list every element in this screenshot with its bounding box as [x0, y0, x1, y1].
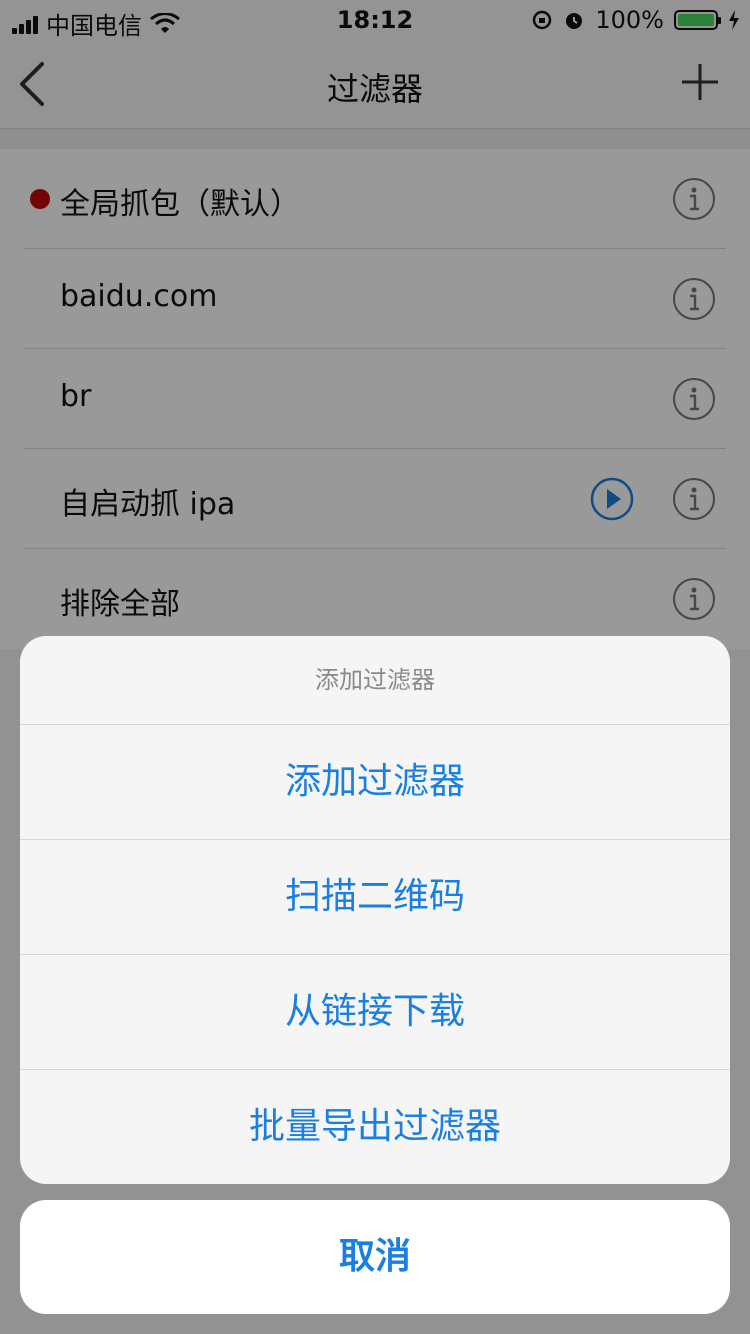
cancel-button[interactable]: 取消 — [20, 1200, 730, 1314]
download-from-link-button[interactable]: 从链接下载 — [20, 955, 730, 1070]
add-filter-button[interactable]: 添加过滤器 — [20, 725, 730, 840]
scan-qr-button[interactable]: 扫描二维码 — [20, 840, 730, 955]
action-sheet-title: 添加过滤器 — [20, 636, 730, 725]
action-sheet: 添加过滤器 添加过滤器 扫描二维码 从链接下载 批量导出过滤器 — [20, 636, 730, 1184]
batch-export-button[interactable]: 批量导出过滤器 — [20, 1070, 730, 1184]
